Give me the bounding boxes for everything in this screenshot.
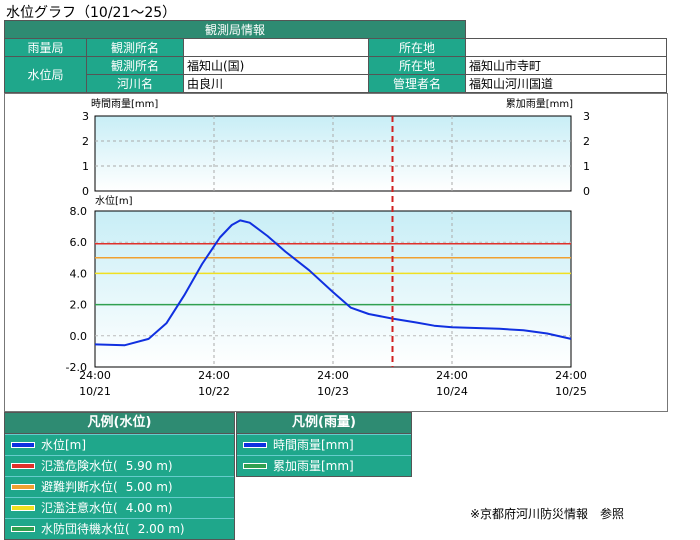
chart-panel: 時間雨量[mm] 累加雨量[mm] 3 3 2 2 1 1 0 0 水位[m] 8.0 6.0 4.0 2.… bbox=[4, 93, 668, 412]
legend-water-label: 水位[m] bbox=[41, 438, 87, 452]
rain-left-tick-label: 3 bbox=[82, 110, 89, 123]
river-name-label: 河川名 bbox=[86, 74, 184, 93]
manager-name-value: 福知山河川国道 bbox=[465, 74, 667, 93]
x-tick-date-label: 10/23 bbox=[317, 385, 349, 398]
water-tick-label: 8.0 bbox=[70, 205, 88, 218]
x-tick-date-label: 10/24 bbox=[436, 385, 468, 398]
water-tick-label: 6.0 bbox=[70, 236, 88, 249]
water-location-value: 福知山市寺町 bbox=[465, 56, 667, 75]
page-title: 水位グラフ（10/21～25） bbox=[6, 5, 177, 21]
legend-water-label: 氾濫注意水位( bbox=[41, 501, 118, 515]
legend-water-title: 凡例(水位) bbox=[5, 413, 234, 434]
legend-water-item: 氾濫注意水位( 4.00 m) bbox=[5, 497, 234, 518]
legend-water-item: 水位[m] bbox=[5, 434, 234, 455]
x-tick-time-label: 24:00 bbox=[198, 369, 230, 382]
legend-water-label: 水防団待機水位( bbox=[41, 522, 130, 536]
water-tick-label: 0.0 bbox=[70, 330, 88, 343]
legend-rain-item: 時間雨量[mm] bbox=[237, 434, 411, 455]
rain-right-tick-label: 3 bbox=[583, 110, 590, 123]
legend-water-panel: 凡例(水位) 水位[m] 氾濫危険水位( 5.90 m) 避難判断水位( 5.00 m)… bbox=[4, 412, 235, 540]
rain-right-tick-label: 2 bbox=[583, 135, 590, 148]
source-note: ※京都府河川防災情報 参照 bbox=[470, 507, 625, 521]
rain-right-tick-label: 1 bbox=[583, 160, 590, 173]
manager-name-label: 管理者名 bbox=[368, 74, 466, 93]
rain-left-tick-label: 2 bbox=[82, 135, 89, 148]
legend-water-label: 氾濫危険水位( bbox=[41, 459, 118, 473]
legend-water-swatch bbox=[11, 442, 35, 448]
rain-obs-name-value bbox=[183, 38, 369, 57]
water-obs-name-value: 福知山(国) bbox=[183, 56, 369, 75]
legend-rain-title: 凡例(雨量) bbox=[237, 413, 411, 434]
legend-water-value: 4.00 m) bbox=[125, 501, 173, 515]
water-level-chart: 時間雨量[mm] 累加雨量[mm] 3 3 2 2 1 1 0 0 水位[m] 8.0 6.0 4.0 2.… bbox=[66, 98, 590, 398]
legend-rain-swatch bbox=[243, 442, 267, 448]
legend-water-item: 避難判断水位( 5.00 m) bbox=[5, 476, 234, 497]
x-tick-time-label: 24:00 bbox=[79, 369, 111, 382]
legend-water-item: 水防団待機水位( 2.00 m) bbox=[5, 518, 234, 539]
water-axis-label: 水位[m] bbox=[95, 194, 133, 207]
station-info-header: 観測局情報 bbox=[4, 20, 466, 39]
rain-left-axis-label: 時間雨量[mm] bbox=[91, 98, 158, 110]
rain-left-tick-label: 1 bbox=[82, 160, 89, 173]
legend-water-swatch bbox=[11, 505, 35, 511]
water-station-label: 水位局 bbox=[4, 56, 87, 93]
legend-rain-label: 時間雨量[mm] bbox=[273, 438, 354, 452]
rain-location-value bbox=[465, 38, 667, 57]
water-obs-name-label: 観測所名 bbox=[86, 56, 184, 75]
rain-right-tick-label: 0 bbox=[583, 185, 590, 198]
water-tick-label: 2.0 bbox=[70, 299, 88, 312]
legend-water-value: 5.90 m) bbox=[125, 459, 173, 473]
legend-water-swatch bbox=[11, 526, 35, 532]
x-tick-date-label: 10/25 bbox=[555, 385, 587, 398]
x-tick-time-label: 24:00 bbox=[555, 369, 587, 382]
legend-rain-swatch bbox=[243, 463, 267, 469]
legend-water-swatch bbox=[11, 484, 35, 490]
rain-left-tick-label: 0 bbox=[82, 185, 89, 198]
rain-location-label: 所在地 bbox=[368, 38, 466, 57]
legend-rain-label: 累加雨量[mm] bbox=[273, 459, 354, 473]
rain-right-axis-label: 累加雨量[mm] bbox=[506, 98, 573, 110]
legend-water-value: 5.00 m) bbox=[125, 480, 173, 494]
legend-water-swatch bbox=[11, 463, 35, 469]
legend-rain-panel: 凡例(雨量) 時間雨量[mm] 累加雨量[mm] bbox=[236, 412, 412, 477]
river-name-value: 由良川 bbox=[183, 74, 369, 93]
x-tick-time-label: 24:00 bbox=[436, 369, 468, 382]
legend-water-label: 避難判断水位( bbox=[41, 480, 118, 494]
legend-rain-item: 累加雨量[mm] bbox=[237, 455, 411, 476]
rain-obs-name-label: 観測所名 bbox=[86, 38, 184, 57]
rain-station-label: 雨量局 bbox=[4, 38, 87, 57]
x-tick-time-label: 24:00 bbox=[317, 369, 349, 382]
water-tick-label: 4.0 bbox=[70, 267, 88, 280]
x-tick-date-label: 10/21 bbox=[79, 385, 111, 398]
legend-water-value: 2.00 m) bbox=[137, 522, 185, 536]
legend-water-item: 氾濫危険水位( 5.90 m) bbox=[5, 455, 234, 476]
x-tick-date-label: 10/22 bbox=[198, 385, 230, 398]
water-location-label: 所在地 bbox=[368, 56, 466, 75]
station-info-table: 観測局情報 雨量局 観測所名 所在地 水位局 観測所名 福知山(国) 所在地 福… bbox=[4, 20, 667, 93]
